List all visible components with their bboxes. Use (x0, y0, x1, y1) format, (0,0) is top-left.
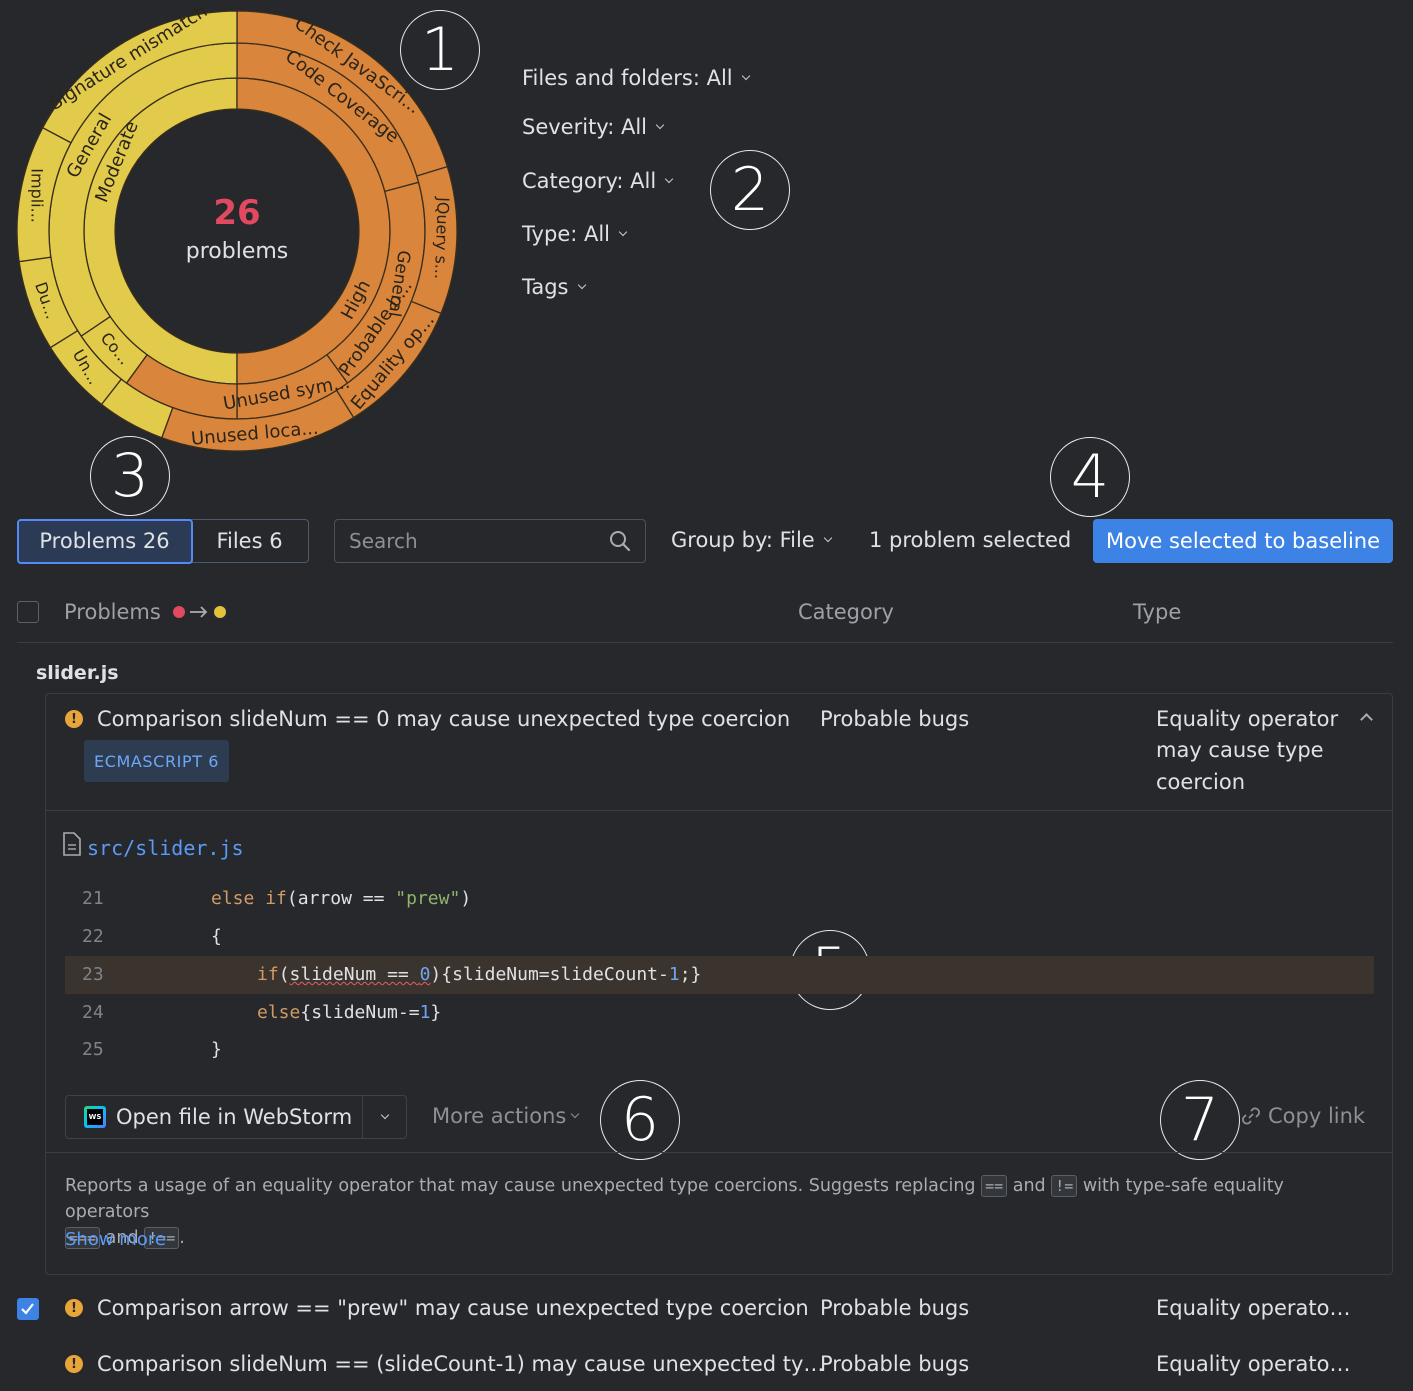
open-in-webstorm-split-button: Open file in WebStorm (65, 1095, 407, 1139)
chevron-down-icon (571, 1109, 580, 1118)
warning-icon: ! (65, 710, 83, 728)
tab-problems[interactable]: Problems 26 (16, 518, 193, 564)
link-icon (1242, 1107, 1260, 1125)
tag-badge[interactable]: ECMASCRIPT 6 (84, 740, 230, 782)
code-line-24: else{slideNum-=1} (257, 1002, 442, 1023)
chevron-down-icon (655, 120, 665, 129)
code-token: != (1051, 1175, 1078, 1197)
line-number: 21 (82, 888, 104, 909)
warning-icon: ! (65, 1355, 83, 1373)
open-options-dropdown[interactable] (362, 1096, 406, 1138)
row-title[interactable]: Comparison arrow == "prew" may cause une… (97, 1296, 809, 1320)
code-line-25: } (211, 1039, 222, 1060)
callout-1: 1 (400, 10, 480, 90)
chevron-down-icon (823, 533, 832, 542)
open-in-webstorm-button[interactable]: Open file in WebStorm (66, 1096, 362, 1138)
severity-sort-icon[interactable] (172, 603, 231, 621)
row-checkbox[interactable] (17, 1298, 39, 1320)
filter-tags-label: Tags (522, 275, 569, 299)
row-category: Probable bugs (820, 1296, 970, 1320)
copy-link-button[interactable]: Copy link (1240, 1104, 1365, 1128)
desc-text: Reports a usage of an equality operator … (65, 1176, 982, 1196)
sunburst-label: JQuery s... (431, 196, 453, 280)
callout-2: 2 (710, 150, 790, 230)
problem-count-label: problems (186, 239, 289, 264)
code-token: == (981, 1175, 1008, 1197)
chevron-down-icon (380, 1110, 389, 1119)
line-number: 23 (82, 964, 104, 985)
chevron-down-icon (577, 280, 586, 289)
code-line-21: else if(arrow == "prew") (211, 888, 472, 909)
problem-title[interactable]: Comparison slideNum == 0 may cause unexp… (97, 707, 790, 731)
line-number: 22 (82, 926, 104, 947)
file-group-title[interactable]: slider.js (36, 662, 119, 684)
filter-category[interactable]: Category: All (522, 169, 674, 193)
view-toggle: Problems 26 Files 6 (16, 518, 309, 564)
panel-divider (46, 810, 1392, 811)
callout-4: 4 (1050, 437, 1130, 517)
sunburst-label: Impli... (28, 168, 47, 223)
filter-severity-label: Severity: All (522, 115, 647, 139)
code-line-23: if(slideNum == 0){slideNum=slideCount-1;… (257, 964, 702, 985)
filter-tags[interactable]: Tags (522, 275, 586, 299)
problem-type-line-1: Equality operator (1156, 707, 1339, 731)
filter-type-label: Type: All (522, 222, 611, 246)
column-problems-label: Problems (64, 600, 161, 624)
column-category-header[interactable]: Category (798, 600, 894, 624)
select-all-checkbox[interactable] (17, 601, 39, 623)
filter-files-and-folders[interactable]: Files and folders: All (522, 66, 750, 90)
row-type: Equality operato… (1156, 1352, 1351, 1376)
problem-type-line-3: coercion (1156, 770, 1246, 794)
header-divider (17, 642, 1393, 643)
problems-sunburst-chart[interactable]: Signature mismatch Check JavaScri...JQuer… (8, 2, 468, 462)
copy-link-label: Copy link (1268, 1104, 1366, 1128)
warning-icon: ! (65, 1299, 83, 1317)
problem-type-line-2: may cause type (1156, 738, 1324, 762)
row-title[interactable]: Comparison slideNum == (slideCount-1) ma… (97, 1352, 824, 1376)
filter-severity[interactable]: Severity: All (522, 115, 665, 139)
desc-text: . (179, 1228, 185, 1248)
search-icon[interactable] (609, 530, 631, 552)
check-icon (21, 1303, 34, 1315)
open-button-label: Open file in WebStorm (116, 1105, 353, 1129)
column-problems-header[interactable]: Problems (64, 600, 231, 624)
line-number: 25 (82, 1039, 104, 1060)
filter-category-label: Category: All (522, 169, 657, 193)
search-input[interactable] (349, 529, 609, 553)
problem-category: Probable bugs (820, 707, 970, 731)
file-icon (63, 832, 81, 856)
chevron-down-icon (618, 227, 628, 236)
column-type-header[interactable]: Type (1133, 600, 1181, 624)
file-path-link[interactable]: src/slider.js (87, 836, 244, 860)
show-more-link[interactable]: Show more (65, 1229, 166, 1250)
row-type: Equality operato… (1156, 1296, 1351, 1320)
panel-divider (46, 1152, 1392, 1153)
move-to-baseline-button[interactable]: Move selected to baseline (1093, 519, 1393, 563)
more-actions-dropdown[interactable]: More actions (432, 1104, 580, 1128)
selected-count: 1 problem selected (869, 528, 1072, 552)
code-line-22: { (211, 926, 222, 947)
tab-files[interactable]: Files 6 (191, 520, 308, 562)
chevron-down-icon (664, 174, 674, 183)
group-by-label: Group by: File (671, 528, 815, 552)
callout-3: 3 (90, 436, 170, 516)
webstorm-icon (84, 1106, 106, 1128)
problem-count: 26 (213, 193, 260, 233)
more-actions-label: More actions (432, 1104, 567, 1128)
group-by-dropdown[interactable]: Group by: File (671, 528, 832, 552)
row-category: Probable bugs (820, 1352, 970, 1376)
desc-text: and (1007, 1176, 1052, 1196)
filter-type[interactable]: Type: All (522, 222, 628, 246)
inspection-description: Reports a usage of an equality operator … (65, 1173, 1365, 1251)
line-number: 24 (82, 1002, 104, 1023)
search-box (334, 519, 646, 563)
chevron-down-icon (741, 71, 750, 80)
filter-files-label: Files and folders: All (522, 66, 733, 90)
